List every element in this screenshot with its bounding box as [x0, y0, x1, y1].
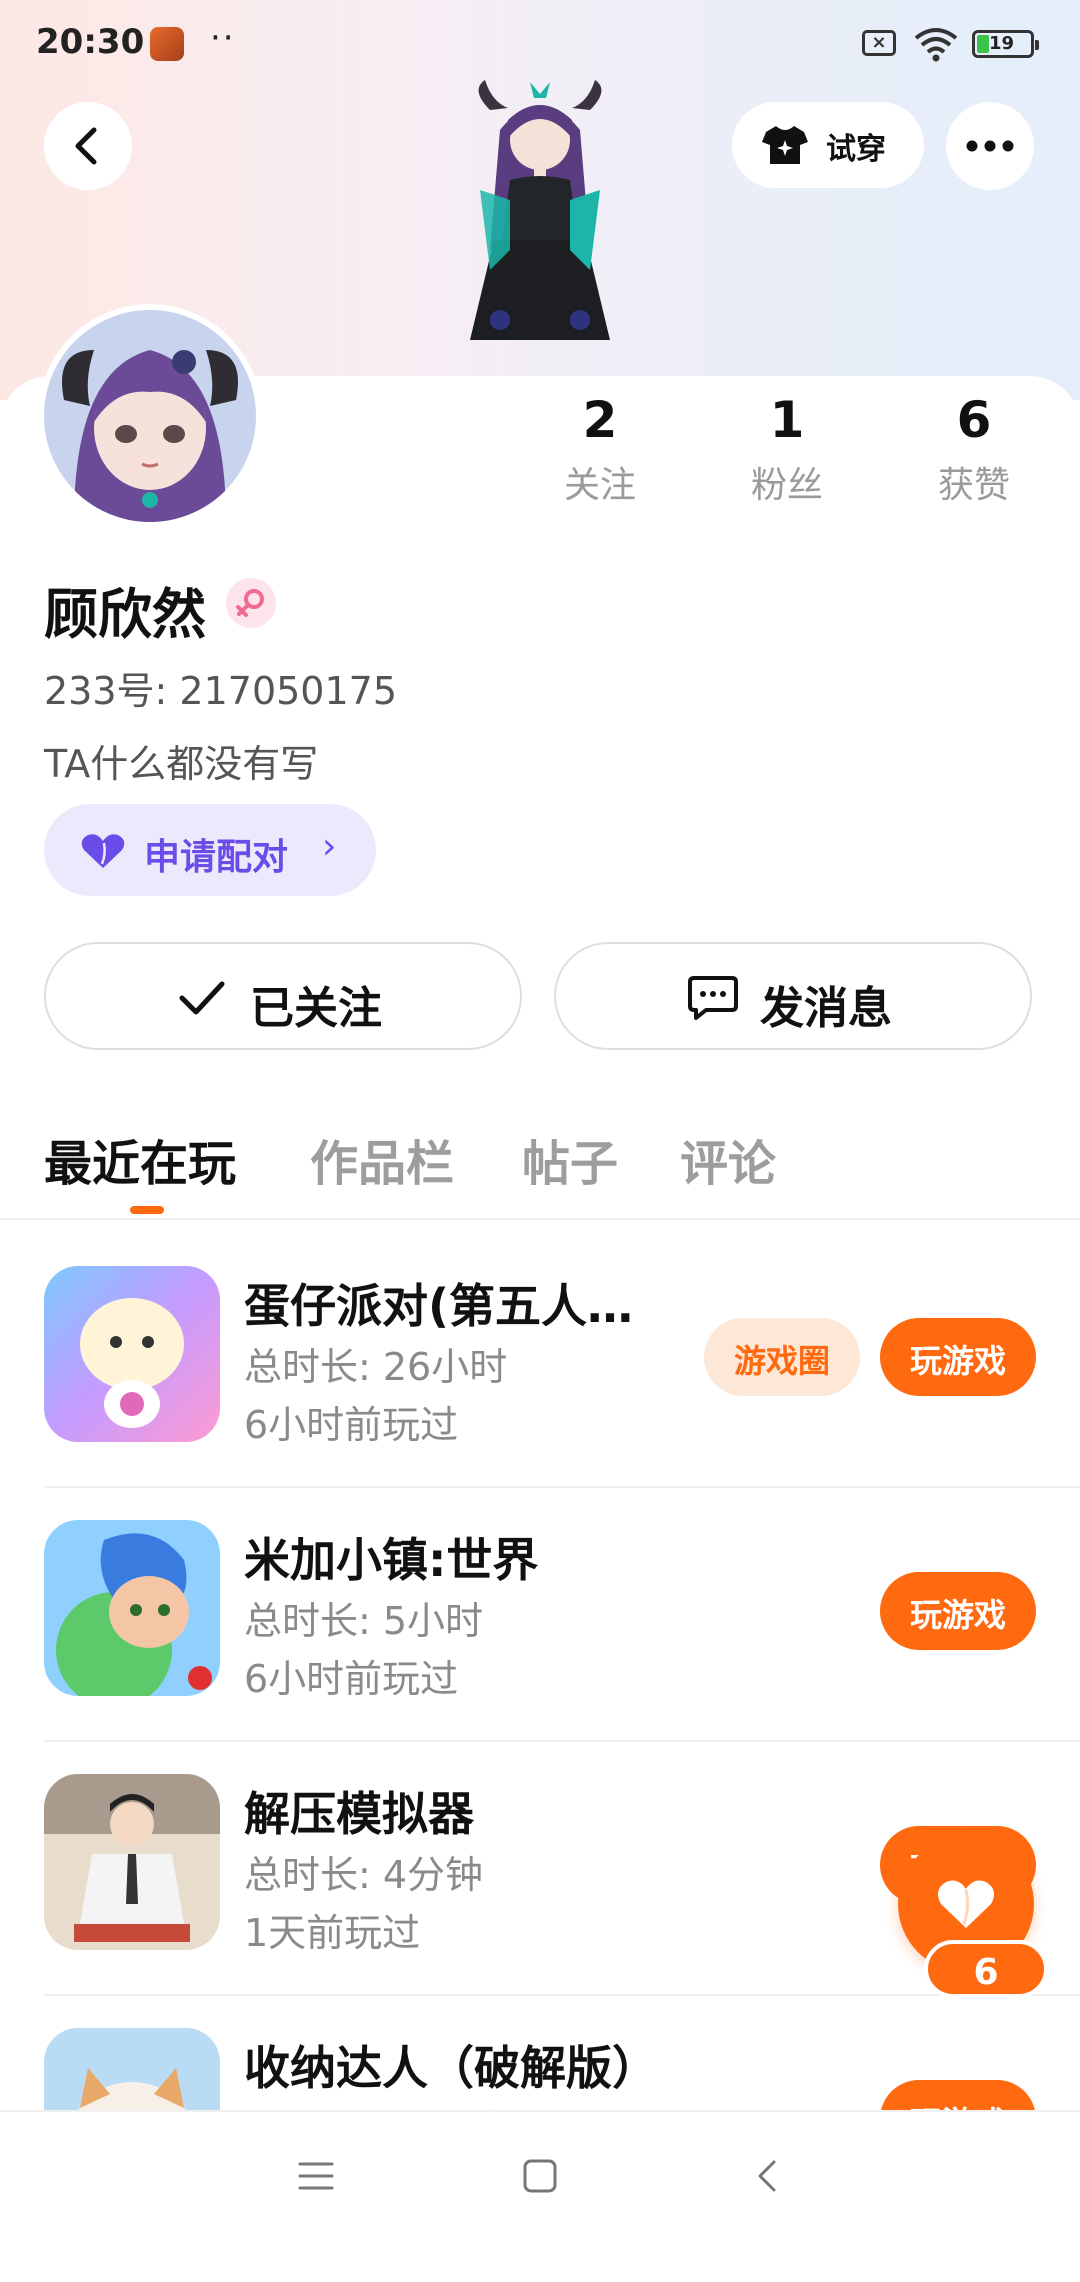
play-game-button[interactable]: 玩游戏 [880, 1318, 1036, 1396]
more-options-button[interactable] [946, 102, 1034, 190]
stat-followers-label: 粉丝 [750, 465, 823, 506]
game-icon [44, 1520, 220, 1696]
checkmark-icon [179, 981, 225, 1015]
play-game-button[interactable]: 玩游戏 [880, 1572, 1036, 1650]
like-count: 6 [973, 1952, 999, 1993]
notification-app-icon [150, 27, 184, 61]
game-total-time: 总时长: 26小时 [244, 1345, 508, 1389]
row-divider [44, 1994, 1080, 1996]
wifi-icon [914, 28, 958, 62]
game-last-played: 6小时前玩过 [244, 1403, 459, 1447]
send-message-label: 发消息 [760, 983, 892, 1034]
stat-following[interactable]: 2 关注 [530, 390, 670, 508]
more-notifications-icon: ·· [210, 18, 236, 58]
battery-icon: 19 [972, 30, 1039, 58]
active-tab-indicator [130, 1206, 164, 1214]
game-total-time: 总时长: 4分钟 [244, 1853, 484, 1897]
game-last-played: 1天前玩过 [244, 1911, 421, 1955]
game-icon [44, 1266, 220, 1442]
game-icon [44, 1774, 220, 1950]
game-circle-label: 游戏圈 [733, 1342, 830, 1380]
avatar-character-figure [470, 80, 610, 340]
user-bio: TA什么都没有写 [44, 742, 319, 786]
heart-icon [81, 834, 125, 868]
stat-likes-label: 获赞 [937, 465, 1010, 506]
game-title: 米加小镇:世界 [244, 1533, 539, 1587]
battery-level: 19 [989, 33, 1015, 54]
chevron-right-icon: › [322, 826, 337, 867]
like-count-badge: 6 [924, 1940, 1048, 1998]
stat-followers-count: 1 [769, 391, 805, 449]
following-label: 已关注 [250, 983, 382, 1034]
try-on-label: 试穿 [826, 132, 886, 167]
play-game-label: 玩游戏 [909, 1596, 1006, 1634]
stat-followers[interactable]: 1 粉丝 [717, 390, 857, 508]
row-divider [44, 1486, 1080, 1488]
game-title: 解压模拟器 [244, 1787, 474, 1841]
heart-icon [937, 1880, 995, 1928]
user-avatar[interactable] [44, 310, 256, 522]
stat-following-count: 2 [582, 391, 618, 449]
status-time: 20:30 [36, 22, 145, 62]
tshirt-icon [762, 126, 808, 164]
back-icon[interactable] [748, 2156, 788, 2196]
game-row[interactable]: 米加小镇:世界 总时长: 5小时 6小时前玩过 玩游戏 [0, 1520, 1080, 1774]
avatar-illustration [44, 310, 256, 522]
status-bar: 20:30 ·· × 19 [0, 0, 1080, 90]
game-title: 蛋仔派对(第五人… [244, 1279, 634, 1333]
stat-likes[interactable]: 6 获赞 [904, 390, 1044, 508]
game-circle-button[interactable]: 游戏圈 [704, 1318, 860, 1396]
game-last-played: 6小时前玩过 [244, 1657, 459, 1701]
home-icon[interactable] [520, 2156, 560, 2196]
female-gender-icon [226, 578, 276, 628]
system-navigation-bar [0, 2110, 1080, 2246]
row-divider [44, 1740, 1080, 1742]
game-row[interactable]: 蛋仔派对(第五人… 总时长: 26小时 6小时前玩过 游戏圈 玩游戏 [0, 1266, 1080, 1520]
user-id: 233号: 217050175 [44, 669, 398, 713]
game-total-time: 总时长: 5小时 [244, 1599, 484, 1643]
back-arrow-icon [75, 127, 97, 165]
following-button[interactable]: 已关注 [44, 942, 522, 1050]
game-title: 收纳达人（破解版） [244, 2041, 658, 2095]
menu-icon[interactable] [296, 2156, 336, 2196]
send-message-button[interactable]: 发消息 [554, 942, 1032, 1050]
tab-posts[interactable]: 帖子 [522, 1124, 618, 1194]
tabs-divider [0, 1218, 1080, 1220]
more-dots-icon [966, 140, 1014, 152]
tab-comments[interactable]: 评论 [680, 1124, 776, 1194]
stat-following-label: 关注 [563, 465, 636, 506]
play-game-label: 玩游戏 [909, 1342, 1006, 1380]
tab-works[interactable]: 作品栏 [310, 1124, 454, 1194]
back-button[interactable] [44, 102, 132, 190]
profile-tabs: 最近在玩 作品栏 帖子 评论 [0, 1120, 1080, 1220]
user-name: 顾欣然 [44, 583, 206, 646]
request-match-button[interactable]: 申请配对 › [44, 804, 376, 896]
chat-bubble-icon [688, 976, 738, 1020]
request-match-label: 申请配对 [144, 837, 289, 878]
no-sim-icon: × [862, 30, 896, 56]
try-on-button[interactable]: 试穿 [732, 102, 924, 188]
stat-likes-count: 6 [956, 391, 992, 449]
tab-recently-played[interactable]: 最近在玩 [44, 1124, 236, 1194]
